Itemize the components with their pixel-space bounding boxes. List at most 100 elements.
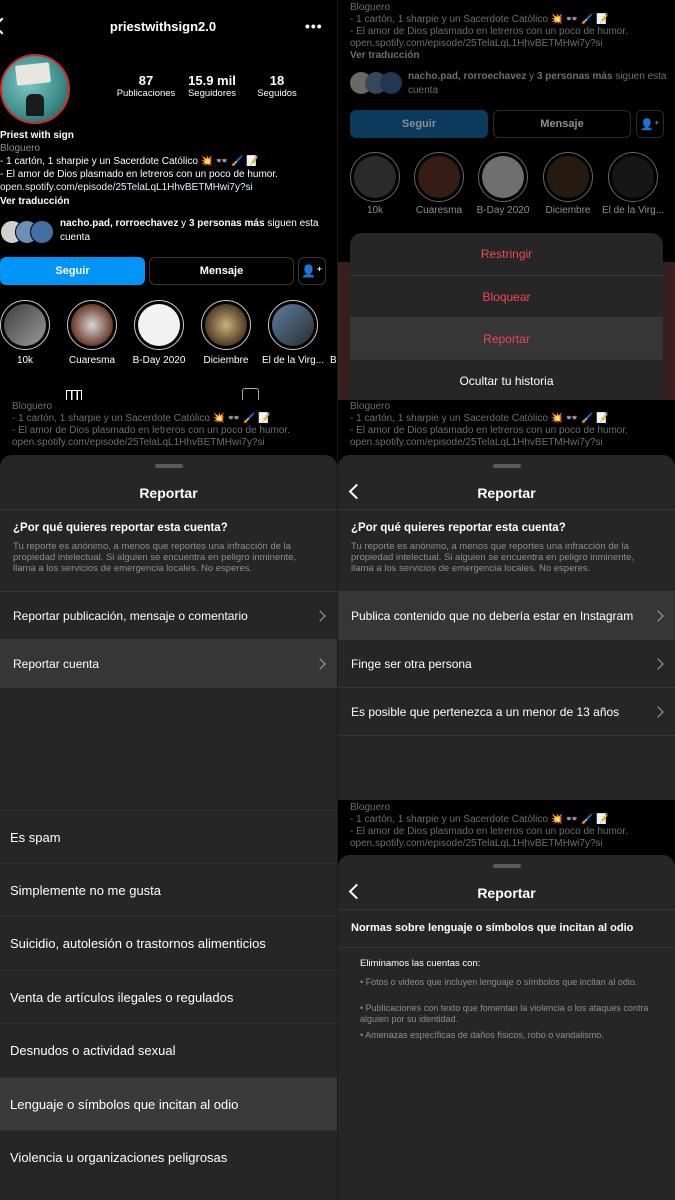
followed-by-avatars xyxy=(0,220,56,244)
faded-bio-top: Bloguero - 1 cartón, 1 sharpie y un Sace… xyxy=(350,2,670,62)
policy-bullet-text: Amenazas específicas de daños físicos, r… xyxy=(365,1030,604,1040)
tagged-icon[interactable] xyxy=(242,388,259,400)
posts-label: Publicaciones xyxy=(116,88,176,99)
faded-followed-more: 3 personas más xyxy=(536,71,613,82)
context-menu: Restringir Bloquear Reportar Ocultar tu … xyxy=(350,233,663,400)
chevron-right-icon xyxy=(314,657,326,670)
faded-bio-1: - 1 cartón, 1 sharpie y un Sacerdote Cat… xyxy=(12,413,271,424)
faded-category: Bloguero xyxy=(12,401,53,412)
policy-bullet: • Publicaciones con texto que fomentan l… xyxy=(360,1003,649,1024)
faded-bio-1: - 1 cartón, 1 sharpie y un Sacerdote Cat… xyxy=(350,413,609,424)
policy-intro: Eliminamos las cuentas con: xyxy=(360,958,481,969)
sheet-title: Reportar xyxy=(477,885,536,901)
followed-by-more: 3 personas más xyxy=(188,218,265,229)
highlight-label: El de la Virg... xyxy=(261,355,325,366)
faded-highlight-label: El de la Virg... xyxy=(601,205,665,216)
add-person-icon: 👤⁺ xyxy=(301,264,323,278)
highlight-label: Diciembre xyxy=(203,355,249,366)
posts-count: 87 xyxy=(138,73,154,88)
followers-count[interactable]: 15.9 mil xyxy=(182,73,242,88)
sheet-title: Reportar xyxy=(477,485,536,501)
policy-bullet: • Amenazas específicas de daños físicos,… xyxy=(360,1030,604,1040)
see-translation-link[interactable]: Ver traducción xyxy=(0,196,69,207)
faded-bio-bottom: Bloguero - 1 cartón, 1 sharpie y un Sace… xyxy=(350,401,670,449)
faded-category: Bloguero xyxy=(350,802,391,813)
faded-bio-policy: Bloguero - 1 cartón, 1 sharpie y un Sace… xyxy=(350,802,670,850)
faded-bio-2: - El amor de Dios plasmado en letreros c… xyxy=(12,425,290,436)
highlight-cuaresma[interactable] xyxy=(67,300,117,350)
report-option[interactable]: Reportar cuenta xyxy=(0,639,337,687)
reason-option[interactable]: Lenguaje o símbolos que incitan al odio xyxy=(0,1077,337,1130)
report-notice: Tu reporte es anónimo, a menos que repor… xyxy=(351,541,635,574)
grid-icon[interactable] xyxy=(66,390,82,400)
report-option[interactable]: Finge ser otra persona xyxy=(338,639,675,687)
followed-by-text[interactable]: nacho.pad, rorroechavez y 3 personas más… xyxy=(60,217,330,245)
report-question: ¿Por qué quieres reportar esta cuenta? xyxy=(351,522,566,534)
faded-bio-2: - El amor de Dios plasmado en letreros c… xyxy=(350,425,628,436)
faded-link: open.spotify.com/episode/25TelaLqL1HhvBE… xyxy=(350,437,603,448)
report-notice: Tu reporte es anónimo, a menos que repor… xyxy=(13,541,297,574)
reason-option[interactable]: Violencia u organizaciones peligrosas xyxy=(0,1130,337,1183)
highlight-label: Cuaresma xyxy=(68,355,116,366)
faded-translation: Ver traducción xyxy=(350,50,420,61)
faded-bio-2: - El amor de Dios plasmado en letreros c… xyxy=(350,26,628,37)
faded-highlight-label: Diciembre xyxy=(545,205,591,216)
reason-option[interactable]: Venta de artículos ilegales o regulados xyxy=(0,970,337,1023)
block-option[interactable]: Bloquear xyxy=(350,275,663,318)
follow-button[interactable]: Seguir xyxy=(0,257,145,285)
faded-highlight-label: 10k xyxy=(366,205,384,216)
reason-option[interactable]: Es spam xyxy=(0,810,337,863)
profile-panel-right: Bloguero - 1 cartón, 1 sharpie y un Sace… xyxy=(338,0,675,455)
policy-panel: Bloguero - 1 cartón, 1 sharpie y un Sace… xyxy=(338,800,675,855)
profile-username: priestwithsign2.0 xyxy=(109,19,217,34)
followers-label[interactable]: Seguidores xyxy=(178,88,246,99)
faded-category: Bloguero xyxy=(350,2,391,13)
faded-bio: Bloguero - 1 cartón, 1 sharpie y un Sace… xyxy=(12,401,337,449)
avatar[interactable] xyxy=(0,54,70,124)
faded-category: Bloguero xyxy=(350,401,391,412)
faded-followed-avatars xyxy=(350,72,402,94)
reason-option[interactable]: Simplemente no me gusta xyxy=(0,863,337,916)
message-button[interactable]: Mensaje xyxy=(149,257,294,285)
bio-link[interactable]: open.spotify.com/episode/25TelaLqL1HhvBE… xyxy=(0,182,253,193)
highlight-virgen[interactable] xyxy=(268,300,318,350)
hide-story-option[interactable]: Ocultar tu historia xyxy=(350,359,663,400)
highlight-diciembre[interactable] xyxy=(201,300,251,350)
reason-option[interactable]: Suicidio, autolesión o trastornos alimen… xyxy=(0,916,337,969)
report-question: ¿Por qué quieres reportar esta cuenta? xyxy=(13,522,228,534)
faded-bio-2: - El amor de Dios plasmado en letreros c… xyxy=(350,826,628,837)
faded-highlight xyxy=(350,152,400,202)
bio-line-2: - El amor de Dios plasmado en letreros c… xyxy=(0,169,278,180)
faded-message-button: Mensaje xyxy=(493,110,631,138)
report-sheet-3: Reportar Normas sobre lenguaje o símbolo… xyxy=(338,855,675,1200)
reason-option[interactable]: Desnudos o actividad sexual xyxy=(0,1023,337,1076)
highlight-label: B-Day 2020 xyxy=(132,355,186,366)
highlight-bday[interactable] xyxy=(134,300,184,350)
chevron-right-icon xyxy=(652,609,664,622)
report-reasons-list: Es spam Simplemente no me gusta Suicidio… xyxy=(0,810,337,1200)
following-count[interactable]: 18 xyxy=(247,73,307,88)
faded-link: open.spotify.com/episode/25TelaLqL1HhvBE… xyxy=(350,38,603,49)
report-option[interactable]: Reportar publicación, mensaje o comentar… xyxy=(0,591,337,639)
policy-bullet-text: Publicaciones con texto que fomentan la … xyxy=(360,1003,649,1024)
faded-link: open.spotify.com/episode/25TelaLqL1HhvBE… xyxy=(12,437,265,448)
faded-highlight xyxy=(608,152,658,202)
policy-heading: Normas sobre lenguaje o símbolos que inc… xyxy=(351,922,634,934)
faded-followed-text: nacho.pad, rorroechavez y 3 personas más… xyxy=(408,70,668,98)
report-option[interactable]: Reportar xyxy=(350,317,663,360)
sheet-handle[interactable] xyxy=(492,464,521,468)
restrict-option[interactable]: Restringir xyxy=(350,233,663,275)
report-option[interactable]: Publica contenido que no debería estar e… xyxy=(338,591,675,639)
following-label[interactable]: Seguidos xyxy=(247,88,307,99)
highlight-label: 10k xyxy=(16,355,34,366)
sheet-handle[interactable] xyxy=(492,864,521,868)
chevron-right-icon xyxy=(314,609,326,622)
faded-highlight-label: Cuaresma xyxy=(415,205,463,216)
sheet-handle[interactable] xyxy=(154,464,183,468)
faded-add-person-button: 👤⁺ xyxy=(636,110,664,138)
faded-highlight-label: B-Day 2020 xyxy=(476,205,530,216)
highlight-10k[interactable] xyxy=(0,300,50,350)
add-person-button[interactable]: 👤⁺ xyxy=(298,257,326,285)
more-options-icon[interactable]: ••• xyxy=(305,18,323,34)
report-option[interactable]: Es posible que pertenezca a un menor de … xyxy=(338,687,675,735)
